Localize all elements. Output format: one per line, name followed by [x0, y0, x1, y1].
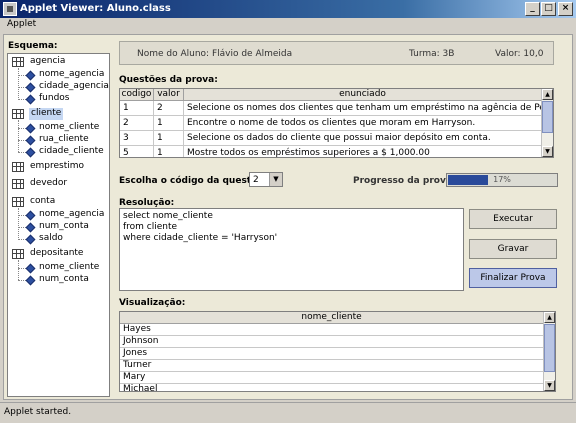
grade-value: Valor: 10,0	[495, 49, 544, 59]
tree-field[interactable]: fundos	[39, 93, 70, 105]
status-bar: Applet started.	[0, 402, 576, 423]
field-icon	[25, 82, 36, 93]
tree-node-emprestimo[interactable]: emprestimo	[30, 161, 84, 173]
student-info-bar: Nome do Aluno: Flávio de Almeida Turma: …	[119, 41, 554, 65]
scroll-thumb[interactable]	[542, 101, 553, 133]
exam-progress-bar: 17%	[446, 173, 558, 187]
chevron-down-icon[interactable]: ▼	[269, 173, 282, 186]
results-scrollbar[interactable]: ▲ ▼	[543, 312, 555, 391]
field-icon	[25, 70, 36, 81]
tree-field[interactable]: nome_agencia	[39, 209, 104, 221]
table-cell[interactable]: 2	[154, 101, 184, 116]
tree-field[interactable]: nome_agencia	[39, 69, 104, 81]
menu-bar: Applet	[0, 18, 576, 33]
field-icon	[25, 234, 36, 245]
questions-label: Questões da prova:	[119, 75, 218, 85]
schema-label: Esquema:	[8, 41, 58, 51]
sql-line: from cliente	[123, 222, 178, 232]
question-code-label: Escolha o código da questão:	[119, 176, 267, 186]
column-header-codigo[interactable]: codigo	[120, 89, 154, 101]
tree-field[interactable]: nome_cliente	[39, 262, 99, 274]
field-icon	[25, 210, 36, 221]
save-button[interactable]: Gravar	[469, 239, 557, 259]
tree-field[interactable]: num_conta	[39, 221, 89, 233]
question-code-select[interactable]: 2 ▼	[249, 172, 283, 187]
table-cell[interactable]: Selecione os dados do cliente que possui…	[184, 131, 542, 146]
tree-field[interactable]: saldo	[39, 233, 63, 245]
student-name: Nome do Aluno: Flávio de Almeida	[137, 49, 293, 59]
tree-field[interactable]: num_conta	[39, 274, 89, 286]
table-icon	[12, 162, 24, 172]
tree-field[interactable]: rua_cliente	[39, 134, 89, 146]
field-icon	[25, 123, 36, 134]
sql-line: where cidade_cliente = 'Harryson'	[123, 233, 278, 243]
tree-node-agencia[interactable]: agencia	[30, 56, 65, 68]
schema-tree[interactable]: agencia nome_agencia cidade_agencia fund…	[7, 53, 110, 397]
status-text: Applet started.	[4, 407, 72, 417]
field-icon	[25, 135, 36, 146]
progress-label: Progresso da prova:	[353, 176, 456, 186]
class-label: Turma: 3B	[409, 49, 455, 59]
tree-node-conta[interactable]: conta	[30, 196, 55, 208]
title-bar: Applet Viewer: Aluno.class _ □ ×	[0, 0, 576, 18]
minimize-button[interactable]: _	[525, 2, 540, 16]
table-row[interactable]: Jones	[120, 348, 544, 360]
table-row[interactable]: Turner	[120, 360, 544, 372]
resolution-label: Resolução:	[119, 198, 175, 208]
selected-code: 2	[253, 175, 259, 185]
java-app-icon	[3, 2, 17, 16]
tree-node-devedor[interactable]: devedor	[30, 178, 67, 190]
table-icon	[12, 109, 24, 119]
sql-line: select nome_cliente	[123, 211, 213, 221]
table-cell[interactable]: 3	[120, 131, 154, 146]
questions-scrollbar[interactable]: ▲ ▼	[541, 89, 553, 157]
table-icon	[12, 57, 24, 67]
field-icon	[25, 222, 36, 233]
column-header-nome-cliente[interactable]: nome_cliente	[120, 312, 544, 324]
table-cell[interactable]: 2	[120, 116, 154, 131]
table-cell[interactable]: 1	[154, 116, 184, 131]
table-cell[interactable]: 1	[154, 131, 184, 146]
finish-exam-button[interactable]: Finalizar Prova	[469, 268, 557, 288]
table-row[interactable]: Johnson	[120, 336, 544, 348]
maximize-button[interactable]: □	[541, 2, 556, 16]
table-row[interactable]: Mary	[120, 372, 544, 384]
field-icon	[25, 263, 36, 274]
tree-node-depositante[interactable]: depositante	[30, 248, 83, 260]
sql-editor[interactable]: select nome_cliente from cliente where c…	[119, 208, 464, 291]
table-cell[interactable]: 5	[120, 146, 154, 157]
field-icon	[25, 275, 36, 286]
scroll-up-icon[interactable]: ▲	[542, 89, 553, 100]
table-row[interactable]: Michael	[120, 384, 544, 391]
table-icon	[12, 197, 24, 207]
table-cell[interactable]: Mostre todos os empréstimos superiores a…	[184, 146, 542, 157]
field-icon	[25, 94, 36, 105]
window-title: Applet Viewer: Aluno.class	[20, 3, 171, 14]
table-cell[interactable]: Selecione os nomes dos clientes que tenh…	[184, 101, 542, 116]
table-cell[interactable]: Encontre o nome de todos os clientes que…	[184, 116, 542, 131]
column-header-enunciado[interactable]: enunciado	[184, 89, 542, 101]
table-cell[interactable]: 1	[154, 146, 184, 157]
questions-table: codigo valor enunciado 1 2 Selecione os …	[119, 88, 554, 158]
execute-button[interactable]: Executar	[469, 209, 557, 229]
progress-text: 17%	[493, 175, 511, 184]
table-cell[interactable]: 1	[120, 101, 154, 116]
tree-node-cliente[interactable]: cliente	[29, 108, 64, 120]
scroll-up-icon[interactable]: ▲	[544, 312, 555, 323]
table-row[interactable]: Hayes	[120, 324, 544, 336]
visualization-label: Visualização:	[119, 298, 186, 308]
close-button[interactable]: ×	[558, 2, 573, 16]
tree-field[interactable]: cidade_agencia	[39, 81, 109, 93]
tree-field[interactable]: cidade_cliente	[39, 146, 104, 158]
scroll-down-icon[interactable]: ▼	[542, 146, 553, 157]
scroll-down-icon[interactable]: ▼	[544, 380, 555, 391]
scroll-thumb[interactable]	[544, 324, 555, 372]
table-icon	[12, 249, 24, 259]
results-table: nome_cliente Hayes Johnson Jones Turner …	[119, 311, 556, 392]
column-header-valor[interactable]: valor	[154, 89, 184, 101]
tree-field[interactable]: nome_cliente	[39, 122, 99, 134]
menu-applet[interactable]: Applet	[7, 19, 36, 29]
field-icon	[25, 147, 36, 158]
table-icon	[12, 179, 24, 189]
